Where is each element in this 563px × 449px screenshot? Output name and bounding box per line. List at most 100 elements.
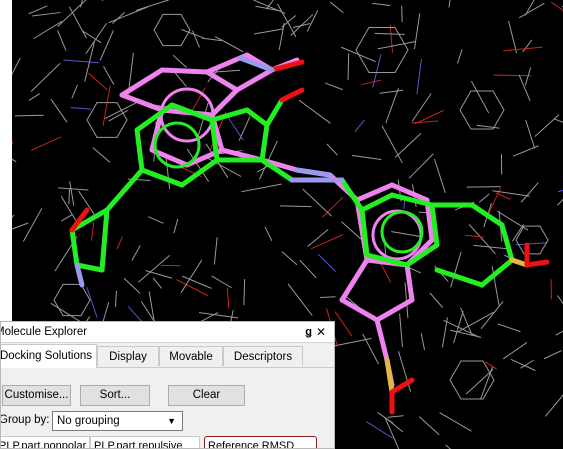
protein-wire-ring-bond: [492, 90, 505, 111]
protein-wire-bond: [519, 2, 545, 19]
group-by-value: No grouping: [57, 415, 120, 427]
protein-wire-ring-bond: [153, 13, 164, 31]
protein-wire-bond: [70, 107, 92, 110]
protein-wire-bond: [414, 13, 421, 50]
protein-wire-bond: [450, 329, 482, 338]
protein-wire-ring-bond: [180, 13, 191, 31]
ligand-b-bond: [434, 267, 485, 288]
protein-wire-bond: [112, 12, 125, 24]
protein-wire-ring-bond: [116, 119, 128, 138]
protein-wire-bond: [88, 72, 108, 91]
protein-wire-bond: [377, 41, 416, 50]
panel-titlebar[interactable]: Molecule Explorer ǥ ✕: [1, 322, 334, 343]
protein-wire-ring-bond: [515, 239, 525, 255]
ligand-b-bond: [479, 257, 515, 288]
tab-display[interactable]: Display: [97, 346, 159, 366]
protein-wire-bond: [372, 54, 382, 88]
protein-wire-bond: [152, 277, 162, 289]
protein-wire-bond: [434, 158, 446, 194]
protein-wire-bond: [497, 323, 521, 332]
protein-wire-bond: [50, 99, 68, 123]
protein-wire-bond: [557, 295, 563, 305]
protein-wire-bond: [361, 79, 382, 86]
protein-wire-bond: [211, 275, 232, 288]
column-header-plp-nonpolar[interactable]: PLP.part.nonpolar: [1, 436, 90, 448]
protein-wire-bond: [557, 189, 563, 193]
protein-wire-bond: [354, 119, 365, 132]
protein-wire-ring-bond: [515, 225, 525, 241]
clear-button[interactable]: Clear: [168, 385, 245, 406]
protein-wire-bond: [116, 236, 123, 250]
protein-wire-bond: [214, 36, 244, 53]
protein-wire-ring-bond: [459, 109, 472, 130]
protein-wire-bond: [322, 196, 344, 218]
protein-wire-bond: [279, 205, 312, 208]
pin-icon[interactable]: ǥ: [305, 322, 312, 342]
protein-wire-bond: [508, 20, 518, 54]
protein-wire-bond: [241, 183, 282, 193]
protein-wire-ring-bond: [539, 239, 549, 255]
protein-wire-bond: [123, 277, 141, 294]
protein-wire-bond: [543, 350, 562, 360]
protein-wire-bond: [391, 231, 422, 238]
group-by-dropdown[interactable]: No grouping ▼: [52, 411, 183, 431]
protein-wire-bond: [61, 214, 73, 222]
protein-wire-bond: [85, 23, 107, 55]
protein-wire-bond: [493, 74, 532, 77]
protein-wire-bond: [534, 114, 560, 137]
column-header-plp-repulsive[interactable]: PLP.part.repulsive: [90, 436, 200, 448]
protein-wire-bond: [192, 30, 200, 48]
protein-wire-bond: [495, 192, 511, 200]
ligand-b-bond: [99, 207, 110, 273]
protein-wire-bond: [512, 224, 524, 242]
ligand-a-bond: [374, 317, 390, 363]
protein-wire-bond: [12, 141, 14, 146]
ligand-a-nitrogen-bond: [294, 167, 333, 178]
protein-wire-bond: [525, 119, 536, 149]
ligand-b-oxygen-bond: [279, 87, 305, 103]
protein-wire-bond: [30, 63, 61, 92]
customise-button[interactable]: Customise...: [2, 385, 71, 406]
tab-docking-solutions[interactable]: Docking Solutions: [1, 344, 97, 368]
sort-button[interactable]: Sort...: [80, 385, 150, 406]
protein-wire-bond: [465, 234, 485, 238]
protein-wire-bond: [12, 222, 29, 230]
protein-wire-bond: [102, 85, 111, 126]
protein-wire-bond: [319, 296, 336, 299]
protein-wire-ring-bond: [449, 379, 462, 400]
tab-movable[interactable]: Movable: [159, 346, 223, 366]
protein-wire-ring-bond: [53, 283, 64, 301]
ligand-a-bond: [119, 92, 165, 113]
protein-wire-bond: [395, 133, 422, 158]
protein-wire-bond: [23, 208, 43, 242]
protein-wire-bond: [243, 278, 246, 306]
protein-wire-bond: [292, 23, 311, 28]
protein-wire-bond: [148, 216, 164, 224]
group-by-label: Group by:: [0, 414, 50, 426]
protein-wire-bond: [63, 59, 99, 64]
protein-wire-bond: [408, 153, 434, 179]
ligand-b-bond: [339, 177, 365, 213]
protein-wire-bond: [416, 58, 422, 95]
protein-wire-bond: [254, 28, 284, 35]
column-header-reference-rmsd[interactable]: Reference RMSD: [204, 436, 317, 448]
protein-wire-bond: [173, 218, 179, 234]
close-icon[interactable]: ✕: [316, 322, 326, 342]
protein-wire-bond: [69, 6, 87, 39]
protein-wire-ring-bond: [492, 109, 505, 130]
protein-wire-bond: [287, 283, 313, 316]
ligand-b-bond: [469, 202, 505, 228]
protein-wire-bond: [227, 116, 244, 141]
molecule-explorer-panel: Molecule Explorer ǥ ✕ Docking Solutions …: [0, 321, 335, 449]
ligand-a-sulfur-bond: [384, 357, 395, 395]
ligand-a-bond: [204, 69, 240, 93]
protein-wire-bond: [503, 46, 543, 52]
protein-wire-bond: [557, 198, 563, 206]
tab-descriptors[interactable]: Descriptors: [223, 346, 303, 366]
protein-wire-bond: [418, 416, 440, 436]
protein-wire-bond: [387, 415, 404, 418]
protein-wire-ring-bond: [180, 29, 191, 47]
protein-wire-bond: [326, 143, 338, 156]
ligand-b-bond: [74, 262, 105, 273]
protein-wire-bond: [439, 412, 472, 432]
